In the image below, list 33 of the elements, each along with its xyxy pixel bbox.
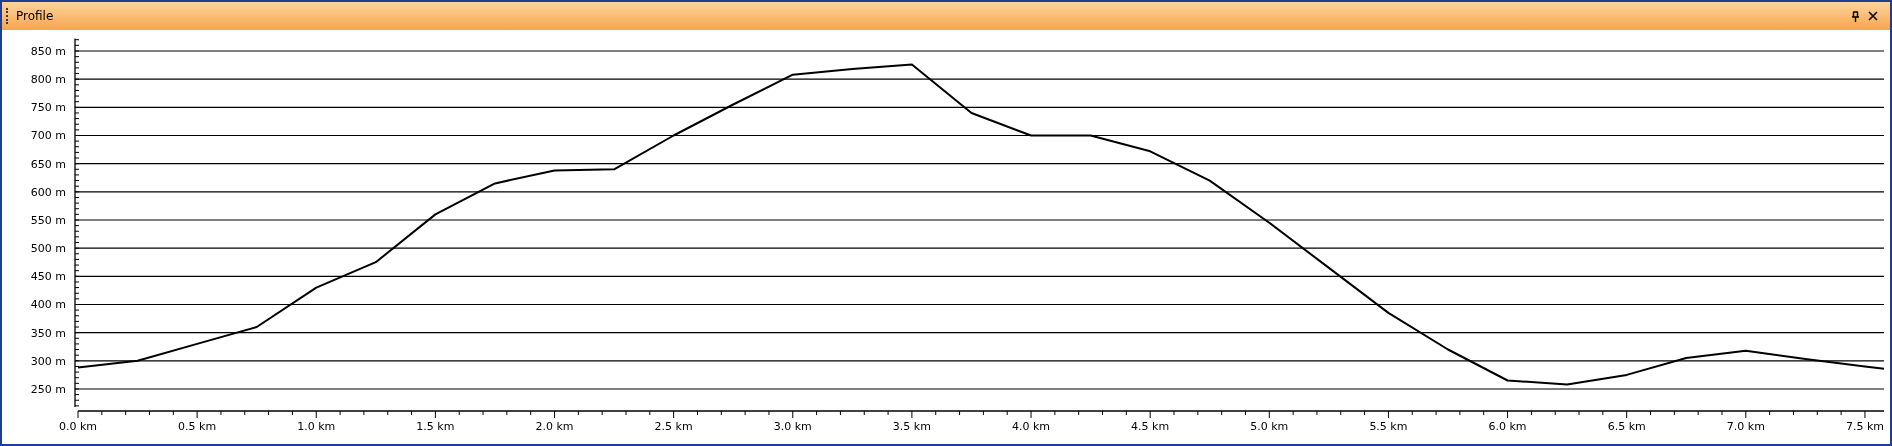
pin-icon[interactable] — [1851, 10, 1860, 22]
drag-handle-icon[interactable] — [6, 8, 8, 24]
x-tick-label: 7.0 km — [1726, 420, 1765, 433]
x-tick-label: 3.0 km — [773, 420, 812, 433]
x-tick-label: 5.0 km — [1250, 420, 1289, 433]
x-tick-label: 1.0 km — [297, 420, 336, 433]
y-tick-label: 400 m — [30, 298, 66, 312]
y-tick-label: 750 m — [30, 101, 66, 115]
y-tick-label: 700 m — [30, 129, 66, 143]
x-tick-label: 5.5 km — [1369, 420, 1408, 433]
close-icon[interactable] — [1868, 11, 1878, 21]
x-tick-label: 4.5 km — [1131, 420, 1170, 433]
y-tick-label: 300 m — [30, 354, 66, 368]
x-tick-label: 0.0 km — [58, 420, 98, 433]
x-tick-label: 7.5 km — [1845, 420, 1884, 433]
x-tick-label: 3.5 km — [892, 420, 931, 433]
y-tick-label: 600 m — [30, 185, 66, 199]
x-tick-label: 6.0 km — [1488, 420, 1527, 433]
y-tick-label: 800 m — [30, 73, 66, 87]
x-tick-label: 2.0 km — [535, 420, 574, 433]
x-tick-label: 2.5 km — [654, 420, 693, 433]
y-tick-label: 250 m — [30, 383, 66, 396]
x-tick-label: 0.5 km — [178, 420, 217, 433]
window-title: Profile — [16, 8, 54, 25]
x-tick-label: 4.0 km — [1012, 420, 1051, 433]
y-tick-label: 500 m — [30, 242, 66, 256]
y-tick-label: 450 m — [30, 270, 66, 284]
x-tick-label: 1.5 km — [416, 420, 455, 433]
y-tick-label: 550 m — [30, 214, 66, 227]
y-tick-label: 850 m — [30, 45, 66, 58]
x-tick-label: 6.5 km — [1607, 420, 1646, 433]
y-tick-label: 650 m — [30, 157, 66, 171]
y-tick-label: 350 m — [30, 326, 66, 340]
